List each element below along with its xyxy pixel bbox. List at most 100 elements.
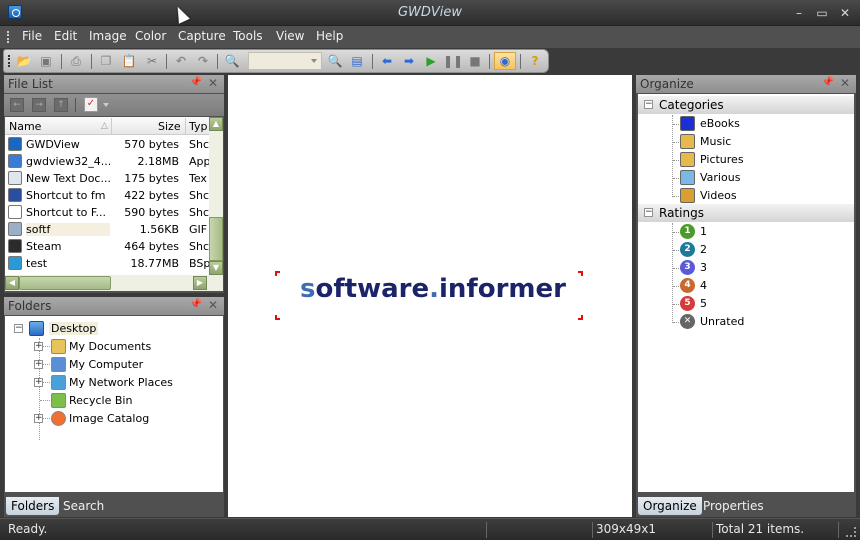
back-icon[interactable]: ←	[10, 98, 24, 112]
zoom-in-icon[interactable]: 🔍	[223, 53, 241, 69]
expand-icon[interactable]: +	[34, 414, 43, 423]
maximize-button[interactable]: ▭	[813, 5, 831, 21]
fit-window-icon[interactable]: ▤	[348, 53, 366, 69]
group-categories[interactable]: − Categories	[638, 96, 854, 114]
tree-node-desktop[interactable]: − Desktop	[5, 320, 221, 337]
file-row[interactable]: gwdview32_4... 2.18MB App	[5, 153, 209, 170]
expand-icon[interactable]: +	[34, 342, 43, 351]
tree-node-folder[interactable]: + My Documents	[5, 338, 221, 355]
save-icon[interactable]: ▣	[37, 53, 55, 69]
copy-icon[interactable]: ❐	[97, 53, 115, 69]
file-list-toolbar: ← → ↑ ✓	[4, 94, 224, 116]
file-row[interactable]: Steam 464 bytes Shc	[5, 238, 209, 255]
tree-node-folder[interactable]: Recycle Bin	[5, 392, 221, 409]
category-item[interactable]: Videos	[638, 187, 854, 205]
menu-help[interactable]: Help	[316, 29, 343, 43]
previous-image-icon[interactable]: ⬅	[378, 53, 396, 69]
folder-tree: − Desktop + My Documents + My Computer + My N…	[5, 316, 223, 492]
paste-icon[interactable]: 📋	[120, 53, 138, 69]
cut-icon[interactable]: ✂	[143, 53, 161, 69]
file-row[interactable]: New Text Doc... 175 bytes Tex	[5, 170, 209, 187]
pin-icon[interactable]: 📌	[190, 299, 202, 310]
forward-icon[interactable]: →	[32, 98, 46, 112]
chevron-down-icon[interactable]	[103, 103, 109, 107]
column-size[interactable]: Size	[158, 120, 181, 133]
menu-edit[interactable]: Edit	[54, 29, 77, 43]
print-icon[interactable]: ⎙	[67, 53, 85, 69]
undo-icon[interactable]: ↶	[172, 53, 190, 69]
chevron-down-icon[interactable]	[311, 59, 317, 63]
tab-organize[interactable]: Organize	[638, 497, 702, 515]
scroll-down-button[interactable]: ▼	[209, 261, 223, 275]
pin-icon[interactable]: 📌	[190, 77, 202, 88]
menu-view[interactable]: View	[276, 29, 304, 43]
tab-properties[interactable]: Properties	[698, 497, 769, 515]
menu-tools[interactable]: Tools	[233, 29, 263, 43]
redo-icon[interactable]: ↷	[194, 53, 212, 69]
tab-search[interactable]: Search	[58, 497, 109, 515]
vertical-scrollbar[interactable]: ▲ ▼	[209, 117, 223, 275]
column-name[interactable]: Name	[9, 120, 41, 133]
rating-item[interactable]: 33	[638, 259, 854, 277]
pause-icon[interactable]: ❚❚	[443, 53, 463, 69]
menu-image[interactable]: Image	[89, 29, 127, 43]
column-divider[interactable]	[185, 118, 186, 134]
tab-folders[interactable]: Folders	[6, 497, 60, 515]
group-ratings[interactable]: − Ratings	[638, 204, 854, 222]
tree-node-folder[interactable]: + My Network Places	[5, 374, 221, 391]
rating-item[interactable]: 11	[638, 223, 854, 241]
stop-icon[interactable]: ■	[466, 53, 484, 69]
category-item[interactable]: eBooks	[638, 115, 854, 133]
expand-icon[interactable]: +	[34, 378, 43, 387]
file-row[interactable]: test 18.77MB BSp	[5, 255, 209, 272]
scroll-left-button[interactable]: ◀	[5, 276, 19, 290]
zoom-out-icon[interactable]: 🔍	[326, 53, 344, 69]
vertical-scroll-thumb[interactable]	[209, 217, 223, 261]
category-item[interactable]: Pictures	[638, 151, 854, 169]
category-item[interactable]: Music	[638, 133, 854, 151]
column-type[interactable]: Typ	[189, 120, 208, 133]
close-icon[interactable]: ✕	[840, 76, 850, 90]
menu-file[interactable]: File	[22, 29, 42, 43]
zoom-level-combo[interactable]	[248, 52, 322, 70]
minimize-button[interactable]: –	[790, 5, 808, 21]
open-folder-icon[interactable]: 📂	[15, 53, 33, 69]
resize-grip[interactable]	[846, 527, 856, 537]
rating-item[interactable]: 44	[638, 277, 854, 295]
collapse-icon[interactable]: −	[644, 208, 653, 217]
collapse-icon[interactable]: −	[644, 100, 653, 109]
browse-folder-icon[interactable]: ◉	[494, 52, 516, 70]
play-slideshow-icon[interactable]: ▶	[422, 53, 440, 69]
rating-item[interactable]: 22	[638, 241, 854, 259]
scroll-up-button[interactable]: ▲	[209, 117, 223, 131]
close-icon[interactable]: ✕	[208, 298, 218, 312]
status-separator	[838, 522, 839, 538]
next-image-icon[interactable]: ➡	[400, 53, 418, 69]
menu-color[interactable]: Color	[135, 29, 166, 43]
toolbar-grip[interactable]	[8, 55, 11, 67]
rating-item[interactable]: ✕ Unrated	[638, 313, 854, 331]
menubar-grip[interactable]	[7, 31, 10, 43]
pin-icon[interactable]: 📌	[822, 77, 834, 88]
collapse-icon[interactable]: −	[14, 324, 23, 333]
horizontal-scrollbar[interactable]: ◀ ▶	[5, 275, 223, 291]
tree-node-folder[interactable]: + My Computer	[5, 356, 221, 373]
category-item[interactable]: Various	[638, 169, 854, 187]
horizontal-scroll-thumb[interactable]	[19, 276, 111, 290]
file-row[interactable]: softf 1.56KB GIF	[5, 221, 209, 238]
image-viewer[interactable]: software.informer	[228, 75, 632, 517]
help-icon[interactable]: ?	[526, 53, 544, 69]
view-mode-icon[interactable]: ✓	[84, 97, 98, 112]
scroll-right-button[interactable]: ▶	[193, 276, 207, 290]
tree-node-folder[interactable]: + Image Catalog	[5, 410, 221, 427]
menu-capture[interactable]: Capture	[178, 29, 226, 43]
file-row[interactable]: Shortcut to F... 590 bytes Shc	[5, 204, 209, 221]
rating-item[interactable]: 55	[638, 295, 854, 313]
close-icon[interactable]: ✕	[208, 76, 218, 90]
expand-icon[interactable]: +	[34, 360, 43, 369]
up-folder-icon[interactable]: ↑	[54, 98, 68, 112]
file-row[interactable]: Shortcut to fm 422 bytes Shc	[5, 187, 209, 204]
close-button[interactable]: ✕	[836, 5, 854, 21]
column-divider[interactable]	[111, 118, 112, 134]
file-row[interactable]: GWDView 570 bytes Shc	[5, 136, 209, 153]
